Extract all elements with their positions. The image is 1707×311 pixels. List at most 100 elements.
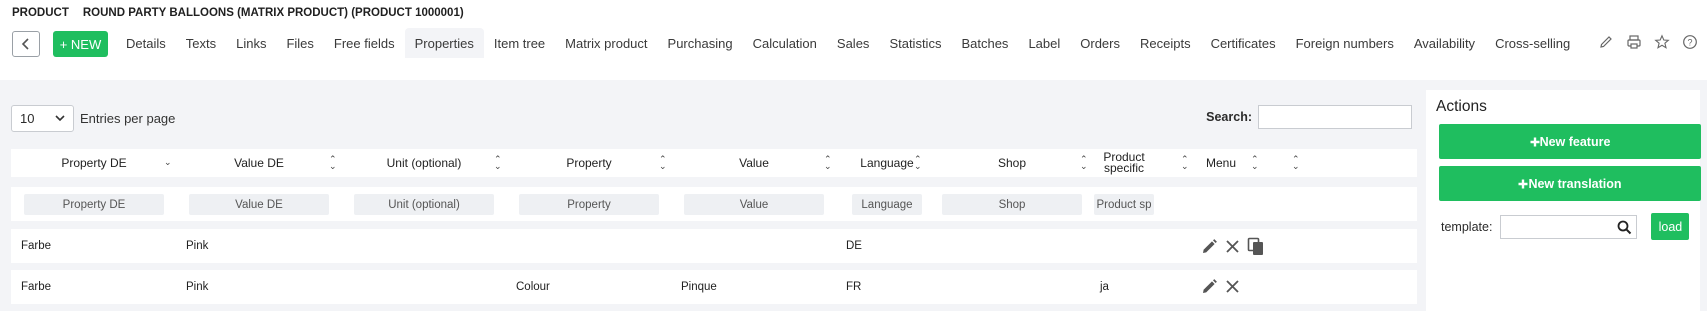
cell-property: Colour — [516, 281, 550, 293]
delete-icon[interactable] — [1224, 238, 1241, 258]
tab-item-tree[interactable]: Item tree — [484, 28, 555, 58]
tab-files[interactable]: Files — [276, 28, 323, 58]
column-filter-input[interactable]: Value — [684, 194, 824, 215]
tab-orders[interactable]: Orders — [1070, 28, 1130, 58]
column-filter-input[interactable]: Property DE — [24, 194, 164, 215]
printer-icon[interactable] — [1625, 33, 1643, 51]
column-header[interactable]: Value — [684, 149, 824, 177]
cell-property-de: Farbe — [21, 281, 52, 293]
tab-certificates[interactable]: Certificates — [1201, 28, 1286, 58]
pencil-icon[interactable] — [1597, 33, 1615, 51]
sort-icon[interactable]: ⌃ ⌄ — [914, 155, 922, 171]
tab-purchasing[interactable]: Purchasing — [658, 28, 743, 58]
column-filter-input[interactable]: Language — [852, 194, 922, 215]
star-icon[interactable] — [1653, 33, 1671, 51]
cell-value: Pinque — [681, 281, 717, 293]
new-translation-label: New translation — [1528, 176, 1622, 191]
column-header[interactable]: Value DE — [189, 149, 329, 177]
cell-unit — [341, 270, 491, 304]
entries-select[interactable]: 10 — [11, 105, 74, 132]
column-filter-input[interactable]: Property — [519, 194, 659, 215]
tab-free-fields[interactable]: Free fields — [324, 28, 405, 58]
column-header[interactable]: Shop — [942, 149, 1082, 177]
table-row: Farbe Pink Colour Pinque FR ja — [11, 270, 1417, 304]
load-button[interactable]: load — [1651, 213, 1690, 240]
tab-foreign-numbers[interactable]: Foreign numbers — [1286, 28, 1404, 58]
plus-icon — [1530, 137, 1540, 146]
navbar: + NEW Details Texts Links Files Free fields P… — [0, 28, 1707, 58]
sort-icon[interactable]: ⌃ ⌄ — [494, 155, 502, 171]
sort-icon[interactable]: ⌃ ⌄ — [1251, 155, 1259, 171]
properties-list: 10 Entries per page Search: Property DE V… — [0, 90, 1422, 311]
sort-icon[interactable]: ⌃ ⌄ — [1181, 155, 1189, 171]
cell-shop — [932, 270, 1082, 304]
column-header[interactable]: Property DE — [24, 149, 164, 177]
record-title: ROUND PARTY BALLOONS (MATRIX PRODUCT) (P… — [82, 7, 464, 19]
tab-bar: Details Texts Links Files Free fields Propert… — [116, 28, 1580, 58]
record-type-label: PRODUCT — [12, 7, 69, 19]
new-button[interactable]: + NEW — [53, 31, 108, 57]
template-loader: template: load — [1441, 213, 1690, 240]
entries-label: Entries per page — [80, 111, 176, 126]
entries-value: 10 — [20, 111, 35, 126]
column-filter-input[interactable]: Shop — [942, 194, 1082, 215]
tab-links[interactable]: Links — [226, 28, 276, 58]
tab-receipts[interactable]: Receipts — [1130, 28, 1201, 58]
cell-value-de: Pink — [186, 281, 209, 293]
tab-statistics[interactable]: Statistics — [879, 28, 951, 58]
tab-sales[interactable]: Sales — [827, 28, 880, 58]
sort-icon[interactable]: ⌃ ⌄ — [1292, 155, 1300, 171]
table-header: Property DE Value DE Unit (optional) Proper… — [11, 149, 1417, 177]
column-header[interactable]: Menu — [1191, 149, 1251, 177]
column-filter-input[interactable]: Unit (optional) — [354, 194, 494, 215]
column-header[interactable]: Language — [817, 149, 957, 177]
template-input[interactable] — [1500, 214, 1638, 239]
search-label: Search: — [1206, 110, 1252, 124]
tab-details[interactable]: Details — [116, 28, 176, 58]
tab-matrix-product[interactable]: Matrix product — [555, 28, 657, 58]
tab-calculation[interactable]: Calculation — [743, 28, 827, 58]
row-menu — [1201, 278, 1241, 298]
search-input[interactable] — [1258, 105, 1412, 129]
copy-icon[interactable] — [1247, 237, 1265, 259]
table-row: Farbe Pink DE — [11, 229, 1417, 263]
help-icon[interactable]: ? — [1681, 33, 1699, 51]
column-filter-input[interactable]: Product sp — [1094, 194, 1154, 215]
tab-label[interactable]: Label — [1018, 28, 1070, 58]
sort-icon[interactable]: ⌃ ⌄ — [329, 155, 337, 171]
cell-property-de: Farbe — [21, 240, 52, 252]
cell-property — [506, 229, 656, 263]
tab-batches[interactable]: Batches — [951, 28, 1018, 58]
sort-icon[interactable]: ⌃ ⌄ — [659, 155, 667, 171]
row-menu — [1201, 237, 1265, 259]
toolbar: ? — [1597, 33, 1699, 51]
delete-icon[interactable] — [1224, 278, 1241, 298]
sort-desc-icon[interactable]: ⌄ — [164, 158, 172, 167]
back-button[interactable] — [12, 31, 40, 57]
sort-icon[interactable]: ⌃ ⌄ — [824, 155, 832, 171]
tab-availability[interactable]: Availability — [1404, 28, 1485, 58]
column-filter-input[interactable]: Value DE — [189, 194, 329, 215]
page-title: PRODUCT ROUND PARTY BALLOONS (MATRIX PRO… — [12, 5, 464, 21]
header: PRODUCT ROUND PARTY BALLOONS (MATRIX PRO… — [0, 0, 1707, 80]
entries-per-page: 10 Entries per page — [11, 105, 175, 132]
edit-icon[interactable] — [1201, 238, 1218, 258]
filter-row: Property DE Value DE Unit (optional) Proper… — [11, 187, 1417, 221]
template-label: template: — [1441, 219, 1493, 234]
actions-panel: Actions New feature New translation temp… — [1426, 90, 1701, 311]
column-header[interactable]: Product specific — [1100, 149, 1148, 177]
new-translation-button[interactable]: New translation — [1439, 166, 1701, 201]
new-feature-button[interactable]: New feature — [1439, 124, 1701, 159]
plus-icon — [1518, 179, 1528, 188]
search-icon[interactable] — [1617, 220, 1632, 235]
chevron-left-icon — [21, 38, 29, 50]
column-header[interactable]: Unit (optional) — [354, 149, 494, 177]
tab-properties[interactable]: Properties — [404, 28, 484, 58]
cell-unit — [341, 229, 491, 263]
chevron-down-icon — [55, 115, 65, 122]
tab-cross-selling[interactable]: Cross-selling — [1485, 28, 1580, 58]
tab-texts[interactable]: Texts — [176, 28, 226, 58]
column-header[interactable]: Property — [519, 149, 659, 177]
sort-icon[interactable]: ⌃ ⌄ — [1080, 155, 1088, 171]
edit-icon[interactable] — [1201, 278, 1218, 298]
